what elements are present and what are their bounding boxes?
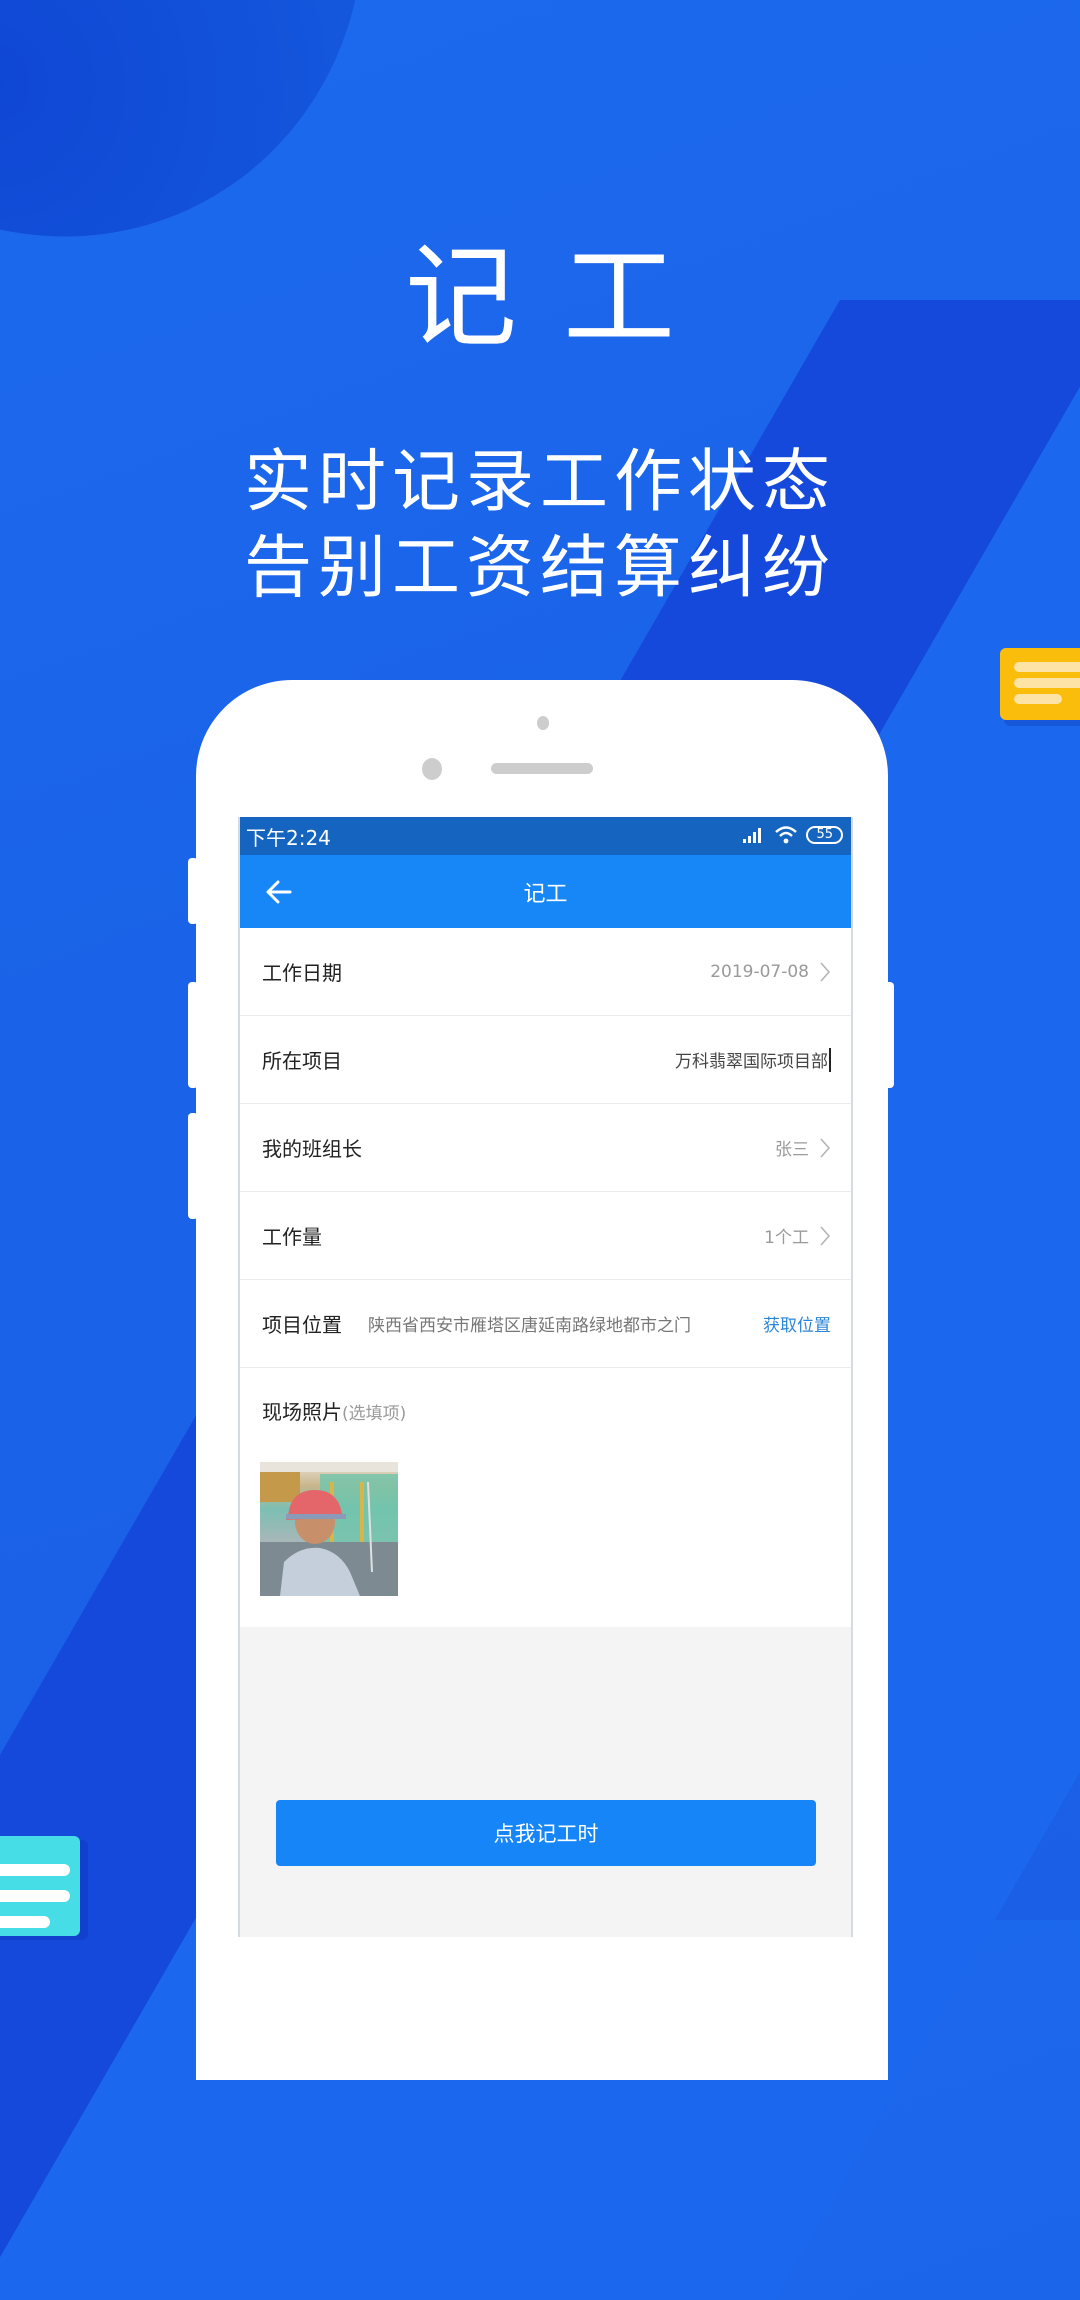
status-time: 下午2:24	[246, 825, 331, 850]
row-location: 项目位置 陕西省西安市雁塔区唐延南路绿地都市之门 获取位置	[240, 1280, 851, 1368]
signal-icon	[743, 828, 762, 843]
phone-speaker	[491, 763, 593, 774]
row-label: 项目位置	[262, 1313, 342, 1337]
row-project[interactable]: 所在项目 万科翡翠国际项目部	[240, 1016, 851, 1104]
row-label: 工作量	[262, 1225, 322, 1249]
photo-label-wrap: 现场照片(选填项)	[262, 1396, 406, 1425]
project-value: 万科翡翠国际项目部	[675, 1052, 828, 1072]
row-value-wrap: 1个工	[764, 1223, 831, 1248]
row-value-wrap: 2019-07-08	[710, 961, 831, 983]
chevron-right-icon	[820, 1225, 831, 1246]
row-team-leader[interactable]: 我的班组长 张三	[240, 1104, 851, 1192]
text-cursor	[829, 1047, 831, 1072]
workload-value: 1个工	[764, 1228, 809, 1248]
site-photo-thumbnail[interactable]	[260, 1462, 398, 1596]
arrow-left-icon[interactable]	[264, 877, 294, 907]
phone-camera	[422, 758, 442, 780]
worker-photo	[260, 1462, 398, 1596]
battery-indicator: 55	[806, 826, 843, 844]
get-location-button[interactable]: 获取位置	[763, 1311, 831, 1336]
photo-optional-hint: (选填项)	[342, 1404, 407, 1424]
team-leader-value: 张三	[775, 1140, 809, 1160]
photo-label: 现场照片	[262, 1400, 342, 1424]
row-label: 所在项目	[262, 1049, 342, 1073]
app-screen: 下午2:24 55 记工 工作日期 2019-07-08 所在项目 万科翡翠国际…	[238, 817, 853, 1937]
row-label: 我的班组长	[262, 1137, 362, 1161]
document-icon-yellow	[1000, 648, 1080, 720]
chevron-right-icon	[820, 1137, 831, 1158]
nav-bar: 记工	[240, 855, 851, 928]
phone-sensor	[537, 716, 549, 730]
row-label: 工作日期	[262, 961, 342, 985]
project-input[interactable]: 万科翡翠国际项目部	[675, 1047, 831, 1072]
chevron-right-icon	[820, 961, 831, 982]
promo-tagline-2: 告别工资结算纠纷	[243, 529, 836, 608]
location-address: 陕西省西安市雁塔区唐延南路绿地都市之门	[368, 1316, 691, 1336]
photo-section: 现场照片(选填项)	[240, 1368, 851, 1627]
work-date-value: 2019-07-08	[710, 961, 809, 982]
document-icon-teal	[0, 1836, 80, 1936]
row-work-date[interactable]: 工作日期 2019-07-08	[240, 928, 851, 1016]
wifi-icon	[775, 826, 798, 844]
nav-title: 记工	[523, 881, 568, 907]
row-workload[interactable]: 工作量 1个工	[240, 1192, 851, 1280]
row-value-wrap: 张三	[775, 1135, 831, 1160]
promo-tagline-1: 实时记录工作状态	[243, 443, 836, 522]
submit-record-button[interactable]: 点我记工时	[276, 1800, 816, 1866]
record-form: 工作日期 2019-07-08 所在项目 万科翡翠国际项目部 我的班组长 张三 …	[240, 928, 851, 1627]
status-bar: 下午2:24 55	[240, 817, 851, 855]
promo-headline: 记工	[405, 233, 721, 363]
